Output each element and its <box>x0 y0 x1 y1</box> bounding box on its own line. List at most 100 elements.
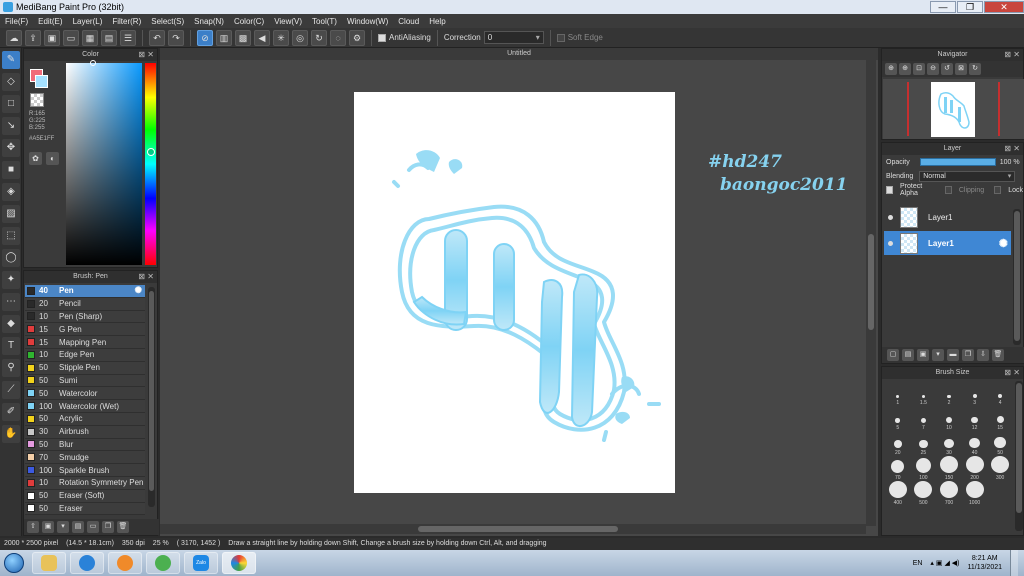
brush-size-option[interactable]: 12 <box>962 406 988 431</box>
brush-item[interactable]: 100 Watercolor (Wet) <box>25 400 145 413</box>
panel-close-icon[interactable]: ⊠ ✕ <box>1004 49 1020 61</box>
color-mode-icon[interactable]: ◐ <box>46 152 59 165</box>
antialiasing-checkbox[interactable] <box>378 33 386 42</box>
snap-off-icon[interactable]: ⊘ <box>197 29 213 46</box>
brush-size-option[interactable]: 200 <box>962 456 988 481</box>
upload-icon[interactable]: ⇧ <box>27 521 39 533</box>
cloud-icon[interactable]: ☁ <box>6 29 22 46</box>
add-brush-menu-icon[interactable]: ▾ <box>57 521 69 533</box>
brush-size-option[interactable]: 20 <box>885 431 911 456</box>
move-tool-icon[interactable]: ✥ <box>2 139 20 157</box>
dot-tool-icon[interactable]: □ <box>2 95 20 113</box>
menu-layer[interactable]: Layer(L) <box>68 17 108 26</box>
brush-size-option[interactable]: 3 <box>962 381 988 406</box>
panel-close-icon[interactable]: ⊠ ✕ <box>1004 143 1020 155</box>
canvas-vertical-scrollbar[interactable] <box>866 60 876 526</box>
add-layer-menu-icon[interactable]: ▾ <box>932 349 944 361</box>
snap-parallel-icon[interactable]: ▥ <box>216 29 232 46</box>
menu-color[interactable]: Color(C) <box>229 17 269 26</box>
brush-size-option[interactable]: 2 <box>936 381 962 406</box>
scrollbar-thumb[interactable] <box>868 234 874 330</box>
reset-icon[interactable]: ⊠ <box>955 63 967 75</box>
brush-item[interactable]: 10 Pen (Sharp) <box>25 310 145 324</box>
eraser-tool-icon[interactable]: ◇ <box>2 73 20 91</box>
brush-size-option[interactable]: 5 <box>885 406 911 431</box>
layer-settings-icon[interactable]: ✺ <box>999 237 1008 250</box>
snap-curve-icon[interactable]: ↻ <box>311 29 327 46</box>
undo-icon[interactable]: ↶ <box>149 29 165 46</box>
brush-size-option[interactable]: 70 <box>885 456 911 481</box>
text-tool-icon[interactable]: T <box>2 337 20 355</box>
taskbar-zalo[interactable]: Zalo <box>184 552 218 574</box>
delete-layer-icon[interactable]: 🗑 <box>992 349 1004 361</box>
list-icon[interactable]: ☰ <box>120 29 136 46</box>
soft-edge-checkbox[interactable] <box>556 33 565 42</box>
panel-close-icon[interactable]: ⊠ ✕ <box>138 49 154 61</box>
canvas-area[interactable]: Untitled #hd247 baongoc2011 <box>160 48 878 536</box>
menu-help[interactable]: Help <box>424 17 450 26</box>
hue-slider[interactable] <box>145 63 156 265</box>
zoom-out-icon[interactable]: ⊖ <box>927 63 939 75</box>
saturation-value-picker[interactable] <box>66 63 142 265</box>
maximize-button[interactable]: ❐ <box>957 1 983 13</box>
clock[interactable]: 8:21 AM 11/13/2021 <box>967 554 1002 572</box>
layer-list-scrollbar[interactable] <box>1013 209 1021 345</box>
transparent-color-swatch[interactable] <box>30 93 44 107</box>
brush-item[interactable]: 50 Sumi <box>25 374 145 388</box>
brush-size-scrollbar[interactable] <box>1015 381 1023 531</box>
scrollbar-thumb[interactable] <box>418 526 618 532</box>
menu-file[interactable]: File(F) <box>0 17 33 26</box>
operation-tool-icon[interactable]: ⚲ <box>2 359 20 377</box>
brush-item[interactable]: 15 Mapping Pen <box>25 336 145 349</box>
document-tab[interactable]: Untitled <box>160 48 878 60</box>
fit-icon[interactable]: ⊡ <box>913 63 925 75</box>
menu-tool[interactable]: Tool(T) <box>307 17 342 26</box>
brush-item[interactable]: 10 Edge Pen <box>25 348 145 362</box>
navigator-preview[interactable] <box>883 79 1024 139</box>
palette-icon[interactable]: ✿ <box>29 152 42 165</box>
snap-radial-icon[interactable]: ✳ <box>273 29 289 46</box>
scrollbar-thumb[interactable] <box>1014 211 1020 341</box>
opacity-slider[interactable] <box>919 158 996 166</box>
new-halftone-layer-icon[interactable]: ▤ <box>902 349 914 361</box>
add-brush-icon[interactable]: ▣ <box>42 521 54 533</box>
soft-edge-toggle[interactable]: Soft Edge <box>556 33 603 42</box>
rotate-right-icon[interactable]: ↻ <box>969 63 981 75</box>
brush-size-option[interactable]: 100 <box>911 456 937 481</box>
brush-tool-icon[interactable]: ✎ <box>2 51 20 69</box>
brush-item[interactable]: 50 Acrylic <box>25 412 145 426</box>
copy-icon[interactable]: ❐ <box>102 521 114 533</box>
menu-edit[interactable]: Edit(E) <box>33 17 67 26</box>
comment-icon[interactable]: ▭ <box>63 29 79 46</box>
menu-cloud[interactable]: Cloud <box>393 17 424 26</box>
shape-tool-icon[interactable]: ■ <box>2 161 20 179</box>
menu-view[interactable]: View(V) <box>269 17 307 26</box>
brush-size-option[interactable]: 40 <box>962 431 988 456</box>
menu-window[interactable]: Window(W) <box>342 17 393 26</box>
brush-settings-icon[interactable]: ✺ <box>134 285 142 296</box>
grid-icon[interactable]: ▦ <box>82 29 98 46</box>
magic-wand-icon[interactable]: ✦ <box>2 271 20 289</box>
new-layer-icon[interactable]: ▢ <box>887 349 899 361</box>
redo-icon[interactable]: ↷ <box>168 29 184 46</box>
dropper-tool-icon[interactable]: ⟋ <box>2 381 20 399</box>
snap-vanish-icon[interactable]: ◀ <box>254 29 270 46</box>
layer-item-selected[interactable]: Layer1 ✺ <box>884 231 1011 255</box>
canvas-page[interactable] <box>354 92 675 493</box>
brush-size-option[interactable]: 500 <box>911 481 937 506</box>
folder-icon[interactable]: ▭ <box>87 521 99 533</box>
snap-settings-icon[interactable]: ⚙ <box>349 29 365 46</box>
menu-select[interactable]: Select(S) <box>146 17 189 26</box>
scrollbar-thumb[interactable] <box>1016 383 1022 513</box>
brush-size-option[interactable]: 50 <box>987 431 1013 456</box>
lasso-tool-icon[interactable]: ◯ <box>2 249 20 267</box>
delete-icon[interactable]: 🗑 <box>117 521 129 533</box>
select-eraser-icon[interactable]: ◆ <box>2 315 20 333</box>
taskbar-explorer[interactable] <box>32 552 66 574</box>
canvas-horizontal-scrollbar[interactable] <box>160 524 866 534</box>
panel-close-icon[interactable]: ⊠ ✕ <box>138 271 154 283</box>
antialiasing-toggle[interactable]: AntiAliasing <box>378 33 431 42</box>
brush-item[interactable]: 70 Smudge <box>25 451 145 465</box>
brush-item[interactable]: 40 Pen ✺ <box>25 285 145 298</box>
sv-cursor[interactable] <box>90 60 96 66</box>
